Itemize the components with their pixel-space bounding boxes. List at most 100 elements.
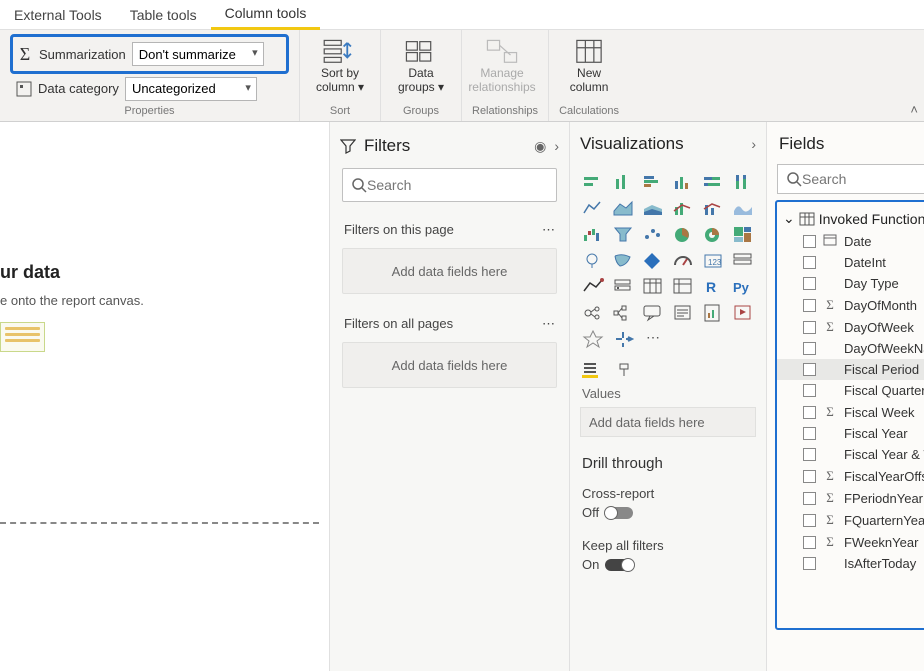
viz-qna-icon[interactable] <box>640 302 666 324</box>
viz-area-icon[interactable] <box>610 198 636 220</box>
viz-r-visual-icon[interactable]: R <box>700 276 726 298</box>
viz-key-influencers-icon[interactable] <box>580 302 606 324</box>
field-checkbox[interactable] <box>803 557 816 570</box>
field-checkbox[interactable] <box>803 342 816 355</box>
field-name: Fiscal Period <box>844 362 924 377</box>
viz-scatter-icon[interactable] <box>640 224 666 246</box>
field-row[interactable]: DateInt <box>777 252 924 273</box>
field-checkbox[interactable] <box>803 299 816 312</box>
viz-clustered-bar-icon[interactable] <box>670 172 696 194</box>
field-checkbox[interactable] <box>803 235 816 248</box>
field-checkbox[interactable] <box>803 470 816 483</box>
viz-treemap-icon[interactable] <box>730 224 756 246</box>
viz-power-automate-icon[interactable] <box>580 328 606 350</box>
filters-visibility-icon[interactable]: ◉ <box>534 138 546 155</box>
values-well[interactable]: Add data fields here <box>580 407 756 437</box>
fields-search-input[interactable] <box>802 171 924 187</box>
viz-kpi-icon[interactable] <box>580 276 606 298</box>
viz-format-tab-icon[interactable] <box>616 362 632 378</box>
viz-matrix-icon[interactable] <box>670 276 696 298</box>
viz-map-icon[interactable] <box>580 250 606 272</box>
viz-stacked-bar-icon[interactable] <box>610 172 636 194</box>
field-checkbox[interactable] <box>803 514 816 527</box>
viz-donut-icon[interactable] <box>700 224 726 246</box>
viz-multi-row-card-icon[interactable] <box>730 250 756 272</box>
report-canvas[interactable]: ur data e onto the report canvas. <box>0 122 330 671</box>
filters-search-input[interactable] <box>367 177 548 193</box>
tab-column-tools[interactable]: Column tools <box>211 0 321 30</box>
filters-more-icon[interactable]: ⋯ <box>542 222 555 238</box>
filters-on-all-well[interactable]: Add data fields here <box>342 342 557 388</box>
ribbon-collapse-icon[interactable]: ˄ <box>910 102 918 117</box>
field-row[interactable]: Fiscal Quarter <box>777 380 924 401</box>
viz-funnel-icon[interactable] <box>610 224 636 246</box>
viz-stacked-area-icon[interactable] <box>640 198 666 220</box>
viz-py-visual-icon[interactable]: Py <box>730 276 756 298</box>
viz-smart-narrative-icon[interactable] <box>670 302 696 324</box>
data-groups-button[interactable]: Datagroups ▾ <box>391 34 451 94</box>
viz-table-icon[interactable] <box>640 276 666 298</box>
field-row[interactable]: ΣFiscalYearOffset <box>777 465 924 487</box>
viz-slicer-icon[interactable] <box>610 276 636 298</box>
viz-stacked-bar-h-icon[interactable] <box>580 172 606 194</box>
field-checkbox[interactable] <box>803 363 816 376</box>
viz-azure-map-icon[interactable] <box>640 250 666 272</box>
viz-paginated-icon[interactable] <box>700 302 726 324</box>
field-checkbox[interactable] <box>803 406 816 419</box>
fields-table-header[interactable]: ⌄ Invoked Function <box>777 206 924 231</box>
field-row[interactable]: Fiscal Period <box>777 359 924 380</box>
new-column-button[interactable]: Newcolumn <box>559 34 619 94</box>
field-checkbox[interactable] <box>803 384 816 397</box>
viz-line-col-stacked-icon[interactable] <box>700 198 726 220</box>
viz-100-bar-icon[interactable] <box>730 172 756 194</box>
field-row[interactable]: Date <box>777 231 924 252</box>
keep-all-filters-toggle[interactable] <box>605 559 633 571</box>
field-checkbox[interactable] <box>803 277 816 290</box>
viz-ribbon-icon[interactable] <box>730 198 756 220</box>
viz-more-icon[interactable]: ⋯ <box>640 328 666 350</box>
filters-search[interactable] <box>342 168 557 202</box>
viz-line-col-icon[interactable] <box>670 198 696 220</box>
viz-100-bar-h-icon[interactable] <box>700 172 726 194</box>
viz-power-apps-icon[interactable] <box>730 302 756 324</box>
filters-all-more-icon[interactable]: ⋯ <box>542 316 555 332</box>
field-row[interactable]: Fiscal Year <box>777 423 924 444</box>
manage-relationships-button[interactable]: Managerelationships <box>472 34 532 94</box>
field-row[interactable]: ΣFPeriodnYear <box>777 487 924 509</box>
filters-on-page-well[interactable]: Add data fields here <box>342 248 557 294</box>
sort-by-column-button[interactable]: Sort bycolumn ▾ <box>310 34 370 94</box>
viz-clustered-bar-h-icon[interactable] <box>640 172 666 194</box>
field-checkbox[interactable] <box>803 448 816 461</box>
viz-collapse-icon[interactable]: › <box>751 136 756 152</box>
viz-get-more-visuals-icon[interactable] <box>610 328 636 350</box>
filters-collapse-icon[interactable]: › <box>554 138 559 154</box>
viz-waterfall-icon[interactable] <box>580 224 606 246</box>
field-row[interactable]: DayOfWeekNa... <box>777 338 924 359</box>
viz-filled-map-icon[interactable] <box>610 250 636 272</box>
viz-card-icon[interactable]: 123 <box>700 250 726 272</box>
field-row[interactable]: ΣDayOfMonth <box>777 294 924 316</box>
field-row[interactable]: ΣFWeeknYear <box>777 531 924 553</box>
field-row[interactable]: ΣFiscal Week <box>777 401 924 423</box>
field-checkbox[interactable] <box>803 321 816 334</box>
fields-search[interactable] <box>777 164 924 194</box>
summarization-dropdown[interactable]: Don't summarize <box>132 42 264 66</box>
viz-gauge-icon[interactable] <box>670 250 696 272</box>
cross-report-toggle[interactable] <box>605 507 633 519</box>
field-checkbox[interactable] <box>803 492 816 505</box>
field-row[interactable]: Fiscal Year & W... <box>777 444 924 465</box>
field-row[interactable]: Day Type <box>777 273 924 294</box>
viz-decomposition-tree-icon[interactable] <box>610 302 636 324</box>
field-row[interactable]: ΣFQuarternYear <box>777 509 924 531</box>
tab-table-tools[interactable]: Table tools <box>116 0 211 30</box>
field-checkbox[interactable] <box>803 256 816 269</box>
field-row[interactable]: IsAfterToday <box>777 553 924 574</box>
viz-pie-icon[interactable] <box>670 224 696 246</box>
field-row[interactable]: ΣDayOfWeek <box>777 316 924 338</box>
viz-fields-tab-icon[interactable] <box>582 362 598 378</box>
data-category-dropdown[interactable]: Uncategorized <box>125 77 257 101</box>
tab-external-tools[interactable]: External Tools <box>0 0 116 30</box>
field-checkbox[interactable] <box>803 536 816 549</box>
field-checkbox[interactable] <box>803 427 816 440</box>
viz-line-icon[interactable] <box>580 198 606 220</box>
